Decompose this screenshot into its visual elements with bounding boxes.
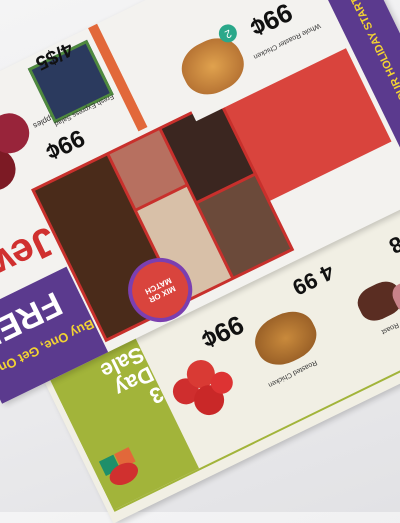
store-logo-icon	[98, 447, 144, 492]
chicken-image	[173, 29, 253, 104]
